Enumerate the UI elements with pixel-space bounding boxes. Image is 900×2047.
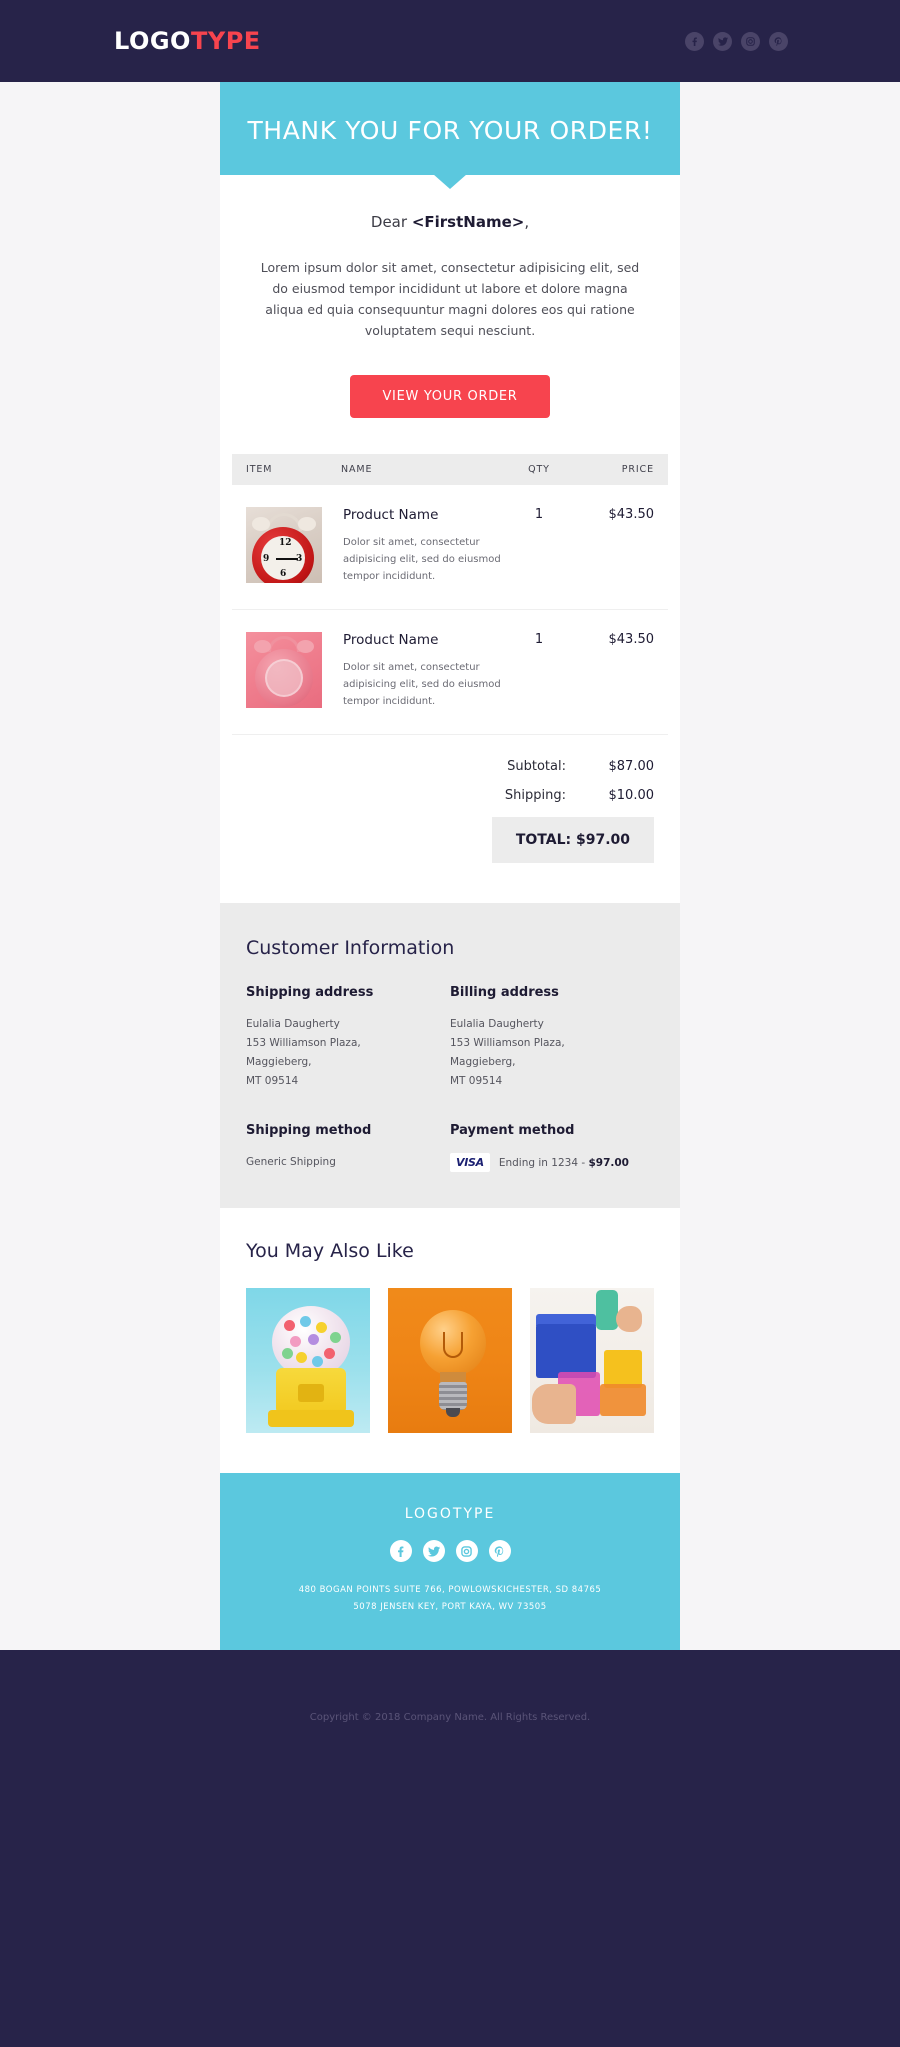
payment-detail-amount: $97.00 bbox=[588, 1156, 629, 1169]
shipping-method-label: Shipping method bbox=[246, 1123, 372, 1138]
pinterest-icon[interactable] bbox=[769, 31, 788, 51]
view-your-order-button[interactable]: VIEW YOUR ORDER bbox=[350, 375, 550, 418]
product-description: Dolor sit amet, consectetur adipisicing … bbox=[343, 662, 501, 707]
brand-logo[interactable]: LOGOTYPE bbox=[114, 27, 261, 55]
copyright-text: Copyright © 2018 Company Name. All Right… bbox=[309, 1712, 591, 1723]
recommendations-section: You May Also Like bbox=[220, 1208, 680, 1473]
twitter-icon[interactable] bbox=[713, 31, 732, 51]
product-name[interactable]: Product Name bbox=[343, 507, 504, 523]
brand-logo-accent: TYPE bbox=[190, 27, 261, 55]
grand-total: TOTAL: $97.00 bbox=[491, 817, 654, 863]
instagram-icon[interactable] bbox=[455, 1540, 478, 1562]
greeting-name: <FirstName> bbox=[411, 213, 525, 231]
product-info: Product Name Dolor sit amet, consectetur… bbox=[322, 632, 504, 710]
greeting-suffix: , bbox=[524, 213, 530, 231]
footer-social-links bbox=[240, 1540, 660, 1562]
visa-card-icon: VISA bbox=[450, 1153, 490, 1172]
shipping-method-column: Shipping method Generic Shipping bbox=[246, 1123, 450, 1172]
cta-wrapper: VIEW YOUR ORDER bbox=[220, 341, 680, 454]
payment-line: VISA Ending in 1234 - $97.00 bbox=[450, 1153, 654, 1172]
intro-section: Dear <FirstName>, Lorem ipsum dolor sit … bbox=[220, 175, 680, 341]
product-name[interactable]: Product Name bbox=[343, 632, 504, 648]
column-header-item: ITEM bbox=[246, 464, 273, 475]
recommendation-item[interactable] bbox=[530, 1288, 654, 1433]
column-header-price: PRICE bbox=[621, 464, 654, 475]
footer-address-line-1: 480 BOGAN POINTS SUITE 766, POWLOWSKICHE… bbox=[298, 1585, 602, 1595]
billing-address-value: Eulalia Daugherty 153 Williamson Plaza, … bbox=[450, 1018, 565, 1087]
method-columns: Shipping method Generic Shipping Payment… bbox=[232, 1123, 668, 1172]
subtotal-label: Subtotal: bbox=[507, 759, 566, 774]
product-price: $43.50 bbox=[608, 507, 655, 522]
top-header-bar: LOGOTYPE bbox=[0, 0, 900, 82]
footer-address-line-2: 5078 JENSEN KEY, PORT KAYA, WV 73505 bbox=[353, 1602, 547, 1612]
twitter-icon[interactable] bbox=[422, 1540, 445, 1562]
colorful-blocks-image bbox=[530, 1288, 654, 1433]
pink-alarm-clock-image bbox=[246, 632, 322, 708]
product-thumbnail[interactable]: 12 3 69 bbox=[246, 507, 322, 583]
customer-information-heading: Customer Information bbox=[246, 937, 455, 959]
recommendations-heading: You May Also Like bbox=[246, 1240, 414, 1262]
greeting-line: Dear <FirstName>, bbox=[254, 213, 646, 231]
recommendation-item[interactable] bbox=[246, 1288, 370, 1433]
column-header-name: NAME bbox=[341, 464, 373, 475]
payment-method-label: Payment method bbox=[450, 1123, 575, 1138]
product-thumbnail[interactable] bbox=[246, 632, 322, 708]
table-row: 12 3 69 Product Name Dolor sit amet, cons… bbox=[232, 485, 668, 610]
product-info: Product Name Dolor sit amet, consectetur… bbox=[322, 507, 504, 585]
address-columns: Shipping address Eulalia Daugherty 153 W… bbox=[232, 985, 668, 1091]
hero-banner: THANK YOU FOR YOUR ORDER! bbox=[220, 82, 680, 175]
instagram-icon[interactable] bbox=[741, 31, 760, 51]
header-social-links bbox=[685, 31, 788, 51]
payment-method-column: Payment method VISA Ending in 1234 - $97… bbox=[450, 1123, 654, 1172]
shipping-row: Shipping: $10.00 bbox=[246, 788, 654, 803]
payment-detail: Ending in 1234 - $97.00 bbox=[499, 1157, 629, 1169]
email-canvas: THANK YOU FOR YOUR ORDER! Dear <FirstNam… bbox=[0, 82, 900, 1650]
table-row: Product Name Dolor sit amet, consectetur… bbox=[232, 610, 668, 735]
product-price: $43.50 bbox=[608, 632, 655, 647]
order-table: ITEM NAME QTY PRICE 12 3 69 Product Name… bbox=[220, 454, 680, 735]
shipping-address-value: Eulalia Daugherty 153 Williamson Plaza, … bbox=[246, 1018, 361, 1087]
greeting-prefix: Dear bbox=[370, 213, 412, 231]
billing-address-label: Billing address bbox=[450, 985, 559, 1000]
product-description: Dolor sit amet, consectetur adipisicing … bbox=[343, 537, 501, 582]
grand-total-row: TOTAL: $97.00 bbox=[246, 817, 654, 863]
order-table-header: ITEM NAME QTY PRICE bbox=[232, 454, 668, 485]
recommendation-item[interactable] bbox=[388, 1288, 512, 1433]
column-header-qty: QTY bbox=[528, 464, 550, 475]
customer-information-section: Customer Information Shipping address Eu… bbox=[220, 903, 680, 1208]
intro-paragraph: Lorem ipsum dolor sit amet, consectetur … bbox=[260, 260, 640, 338]
footer-logo: LOGOTYPE bbox=[404, 1506, 496, 1522]
gumball-machine-image bbox=[246, 1288, 370, 1433]
facebook-icon[interactable] bbox=[685, 31, 704, 51]
shipping-method-value: Generic Shipping bbox=[246, 1156, 336, 1168]
shipping-value: $10.00 bbox=[608, 788, 655, 803]
email-body: THANK YOU FOR YOUR ORDER! Dear <FirstNam… bbox=[220, 82, 680, 1650]
orange-lightbulb-image bbox=[388, 1288, 512, 1433]
shipping-address-label: Shipping address bbox=[246, 985, 374, 1000]
recommendations-grid bbox=[232, 1288, 668, 1433]
shipping-address-column: Shipping address Eulalia Daugherty 153 W… bbox=[246, 985, 450, 1091]
brand-logo-primary: LOGO bbox=[114, 27, 191, 55]
pinterest-icon[interactable] bbox=[488, 1540, 511, 1562]
red-alarm-clock-image: 12 3 69 bbox=[246, 507, 322, 583]
facebook-icon[interactable] bbox=[389, 1540, 412, 1562]
shipping-label: Shipping: bbox=[504, 788, 566, 803]
subtotal-row: Subtotal: $87.00 bbox=[246, 759, 654, 774]
product-qty: 1 bbox=[534, 632, 544, 647]
email-page: LOGOTYPE THANK YOU FOR YOUR ORDER! Dear … bbox=[0, 0, 900, 2047]
bottom-bar: Copyright © 2018 Company Name. All Right… bbox=[0, 1650, 900, 1751]
payment-detail-prefix: Ending in 1234 - bbox=[498, 1156, 589, 1169]
product-qty: 1 bbox=[534, 507, 544, 522]
totals-section: Subtotal: $87.00 Shipping: $10.00 TOTAL:… bbox=[220, 735, 680, 903]
billing-address-column: Billing address Eulalia Daugherty 153 Wi… bbox=[450, 985, 654, 1091]
footer-cyan: LOGOTYPE 480 BOGAN POINTS SUITE 766, POW… bbox=[220, 1473, 680, 1650]
subtotal-value: $87.00 bbox=[608, 759, 655, 774]
hero-title: THANK YOU FOR YOUR ORDER! bbox=[247, 116, 653, 145]
